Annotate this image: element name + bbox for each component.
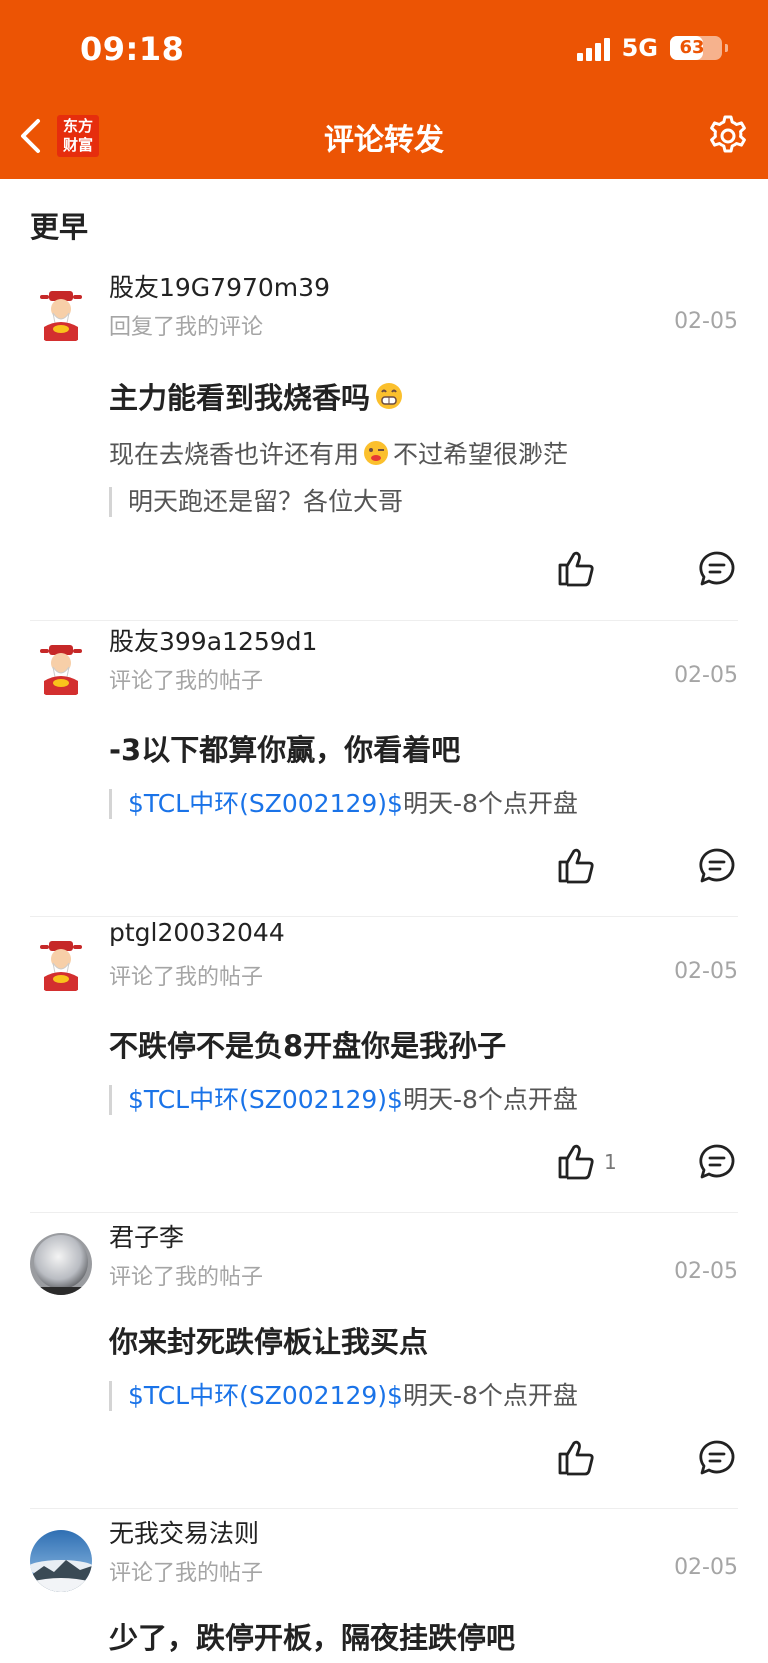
like-count: 1: [604, 1150, 617, 1174]
status-time: 09:18: [80, 30, 185, 68]
date: 02-05: [674, 663, 738, 688]
comment-text: -3以下都算你赢，你看着吧: [109, 733, 461, 767]
user-avatar[interactable]: [30, 283, 92, 345]
settings-button[interactable]: [706, 114, 750, 158]
reply-text-part2: 不过希望很渺茫: [393, 440, 569, 469]
section-title: 更早: [30, 210, 89, 244]
date: 02-05: [674, 309, 738, 334]
username[interactable]: 股友19G7970m39: [109, 268, 330, 304]
gear-icon: [710, 115, 746, 153]
username[interactable]: 股友399a1259d1: [109, 622, 317, 658]
action-text: 评论了我的帖子: [109, 1265, 264, 1290]
user-avatar[interactable]: [30, 1530, 92, 1592]
action-text: 评论了我的帖子: [109, 1561, 264, 1586]
date: 02-05: [674, 959, 738, 984]
item-divider: [30, 916, 738, 917]
comment-content[interactable]: 少了，跌停开板，隔夜挂跌停吧: [109, 1615, 515, 1657]
item-divider: [30, 1508, 738, 1509]
page-title: 评论转发: [324, 123, 444, 158]
action-text: 评论了我的帖子: [109, 669, 264, 694]
comment-icon: [699, 1440, 735, 1475]
thumbs-up-icon: [558, 551, 594, 587]
mountain-sky-avatar-icon: [30, 1530, 92, 1592]
app-header: 09:18 5G 63 东方 财富 评论转发: [0, 0, 768, 179]
grinning-face-icon: [376, 383, 403, 409]
battery-percent: 63: [679, 37, 705, 58]
username[interactable]: 君子李: [109, 1218, 184, 1254]
quote-text: 明天跑还是留？各位大哥: [128, 487, 404, 516]
reply-text-part1: 现在去烧香也许还有用: [109, 440, 360, 469]
date: 02-05: [674, 1555, 738, 1580]
comment-icon: [699, 1144, 735, 1179]
comment-text: 你来封死跌停板让我买点: [109, 1325, 429, 1359]
reply-button[interactable]: [697, 1142, 737, 1182]
item-divider: [30, 620, 738, 621]
fortune-god-avatar-icon: [30, 283, 92, 345]
comment-text: 少了，跌停开板，隔夜挂跌停吧: [109, 1621, 516, 1655]
status-indicators: 5G 63: [576, 34, 728, 62]
quoted-content[interactable]: $TCL中环(SZ002129)$明天-8个点开盘: [109, 1381, 578, 1411]
item-divider: [30, 1212, 738, 1213]
fortune-god-avatar-icon: [30, 933, 92, 995]
like-button[interactable]: [556, 548, 596, 588]
user-avatar[interactable]: [30, 1233, 92, 1295]
comment-content[interactable]: -3以下都算你赢，你看着吧: [109, 727, 460, 769]
thumbs-up-icon: [558, 1440, 594, 1476]
user-avatar[interactable]: [30, 933, 92, 995]
quote-text: 明天-8个点开盘: [402, 1381, 578, 1410]
comment-icon: [699, 551, 735, 586]
quote-text: 明天-8个点开盘: [402, 1085, 578, 1114]
like-button[interactable]: [556, 1437, 596, 1477]
thumbs-up-icon: [558, 1144, 594, 1180]
reply-button[interactable]: [697, 846, 737, 886]
quote-text: 明天-8个点开盘: [402, 789, 578, 818]
username[interactable]: ptgl20032044: [109, 918, 285, 947]
action-text: 评论了我的帖子: [109, 965, 264, 990]
reply-button[interactable]: [697, 1438, 737, 1478]
comment-text: 主力能看到我烧香吗: [109, 381, 371, 415]
stock-tag-link[interactable]: $TCL中环(SZ002129)$: [128, 1381, 403, 1410]
reply-button[interactable]: [697, 549, 737, 589]
quoted-content[interactable]: $TCL中环(SZ002129)$明天-8个点开盘: [109, 789, 578, 819]
thumbs-up-icon: [558, 848, 594, 884]
fortune-god-avatar-icon: [30, 637, 92, 699]
quoted-content[interactable]: $TCL中环(SZ002129)$明天-8个点开盘: [109, 1085, 578, 1115]
wink-face-icon: [364, 441, 389, 465]
signal-icon: [576, 35, 610, 61]
comment-text: 不跌停不是负8开盘你是我孙子: [109, 1029, 507, 1063]
comment-content[interactable]: 不跌停不是负8开盘你是我孙子: [109, 1023, 506, 1065]
date: 02-05: [674, 1259, 738, 1284]
user-avatar[interactable]: [30, 637, 92, 699]
comment-content[interactable]: 主力能看到我烧香吗: [109, 375, 404, 417]
stock-tag-link[interactable]: $TCL中环(SZ002129)$: [128, 789, 403, 818]
reply-content: 现在去烧香也许还有用 不过希望很渺茫: [109, 435, 568, 471]
battery-nub: [725, 44, 728, 52]
comment-icon: [699, 848, 735, 883]
stock-tag-link[interactable]: $TCL中环(SZ002129)$: [128, 1085, 403, 1114]
username[interactable]: 无我交易法则: [109, 1514, 259, 1550]
network-type: 5G: [621, 34, 658, 62]
battery-icon: 63: [670, 36, 728, 60]
like-button[interactable]: [556, 845, 596, 885]
action-text: 回复了我的评论: [109, 315, 264, 340]
gray-sphere-avatar-icon: [30, 1233, 92, 1295]
like-button[interactable]: [556, 1141, 596, 1181]
quoted-content[interactable]: 明天跑还是留？各位大哥: [109, 487, 403, 517]
comment-content[interactable]: 你来封死跌停板让我买点: [109, 1319, 428, 1361]
